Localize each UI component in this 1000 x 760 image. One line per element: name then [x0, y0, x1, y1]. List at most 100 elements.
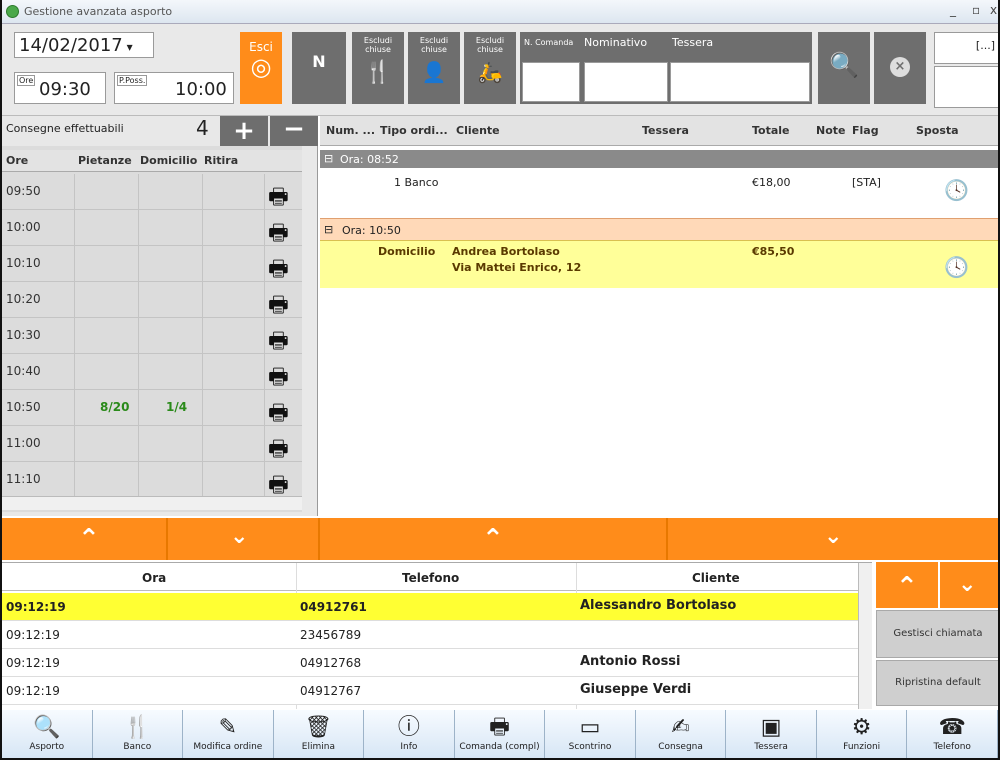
info-button[interactable]: ⓘ Info [364, 710, 455, 758]
consegne-row[interactable]: 10:00 🖶 [2, 210, 302, 246]
fork-knife-icon: 🍴 [123, 715, 151, 740]
escludi-banco-button[interactable]: Escludi chiuse 🍴 [352, 32, 404, 104]
tessera-label: Tessera [672, 36, 714, 49]
row-ore: 10:20 [6, 292, 41, 306]
calls-scrollbar[interactable] [858, 563, 872, 709]
expand-icon[interactable]: ⊟ [324, 223, 333, 236]
toolbar-label: Banco [123, 742, 152, 752]
call-ora: 09:12:19 [6, 628, 60, 642]
call-telefono: 04912767 [300, 684, 362, 698]
horizontal-scrollbar[interactable] [2, 496, 302, 510]
date-field[interactable]: 14/02/2017 ▾ [14, 32, 154, 58]
escludi-label: Escludi chiuse [475, 36, 505, 54]
consegne-row[interactable]: 10:50 8/20 1/4 🖶 [2, 390, 302, 426]
close-circle-icon: × [890, 57, 910, 77]
order-flag: [STA] [852, 176, 881, 189]
ore-field[interactable]: Ore 09:30 [14, 72, 106, 104]
esci-button[interactable]: Esci ◎ [240, 32, 282, 104]
call-row[interactable]: 09:12:19 23456789 [2, 621, 858, 649]
col-pietanze: Pietanze [78, 154, 132, 167]
trash-icon: 🗑 [304, 715, 333, 740]
target-icon: ◎ [250, 53, 272, 81]
col-telefono: Telefono [402, 571, 460, 585]
tessera-input[interactable] [670, 62, 810, 102]
tools-icon: ⚙ [851, 715, 872, 740]
asporto-button[interactable]: 🔍 Asporto [2, 710, 93, 758]
consegne-title: Consegne effettuabili [6, 122, 124, 135]
minimize-button[interactable]: _ [950, 3, 956, 17]
maximize-button[interactable]: ▫ [972, 3, 980, 17]
telefono-button[interactable]: ☎ Telefono [907, 710, 998, 758]
call-row[interactable]: 09:12:19 04912761 Alessandro Bortolaso [2, 593, 858, 621]
printer-icon: 🖶 [489, 715, 510, 740]
minus-icon: − [283, 114, 305, 144]
toolbar-label: Comanda (compl) [459, 742, 540, 752]
clear-button[interactable]: × [874, 32, 926, 104]
calls-up-button[interactable]: ⌃ [876, 562, 938, 608]
ripristina-default-button[interactable]: Ripristina default [876, 660, 998, 706]
consegna-button[interactable]: ✍ Consegna [635, 710, 727, 758]
search-bag-icon: 🔍 [33, 715, 61, 740]
call-row[interactable]: 09:12:19 04912767 Giuseppe Verdi [2, 677, 858, 705]
scontrino-button[interactable]: ▭ Scontrino [545, 710, 636, 758]
orders-up-button[interactable]: ⌃ [482, 526, 504, 552]
consegne-row[interactable]: 10:30 🖶 [2, 318, 302, 354]
group-row[interactable]: ⊟ Ora: 08:52 [320, 150, 998, 168]
pposs-value: 10:00 [175, 79, 227, 100]
clock-move-icon[interactable]: 🕓 [944, 255, 969, 279]
row-domicilio: 1/4 [166, 400, 188, 414]
call-ora: 09:12:19 [6, 656, 60, 670]
consegne-up-button[interactable]: ⌃ [78, 526, 100, 552]
banco-button[interactable]: 🍴 Banco [92, 710, 184, 758]
search-button[interactable]: 🔍 [818, 32, 870, 104]
add-button[interactable]: + [220, 116, 268, 146]
search-fields-panel: N. Comanda Nominativo Tessera [520, 32, 812, 104]
scooter-icon: 🛵 [477, 60, 503, 84]
group-label: Ora: 10:50 [342, 224, 401, 237]
call-row[interactable]: 09:12:19 04912768 Antonio Rossi [2, 649, 858, 677]
consegne-row[interactable]: 10:10 🖶 [2, 246, 302, 282]
escludi-domicilio-button[interactable]: Escludi chiuse 🛵 [464, 32, 516, 104]
gestisci-chiamata-button[interactable]: Gestisci chiamata [876, 610, 998, 658]
tessera-button[interactable]: ▣ Tessera [726, 710, 817, 758]
pposs-field[interactable]: P.Poss. 10:00 [114, 72, 234, 104]
remove-button[interactable]: − [270, 116, 318, 146]
expand-icon[interactable]: ⊟ [324, 152, 333, 165]
group-row[interactable]: ⊟ Ora: 10:50 [320, 218, 998, 240]
order-row[interactable]: Domicilio Andrea Bortolaso Via Mattei En… [320, 240, 998, 288]
close-button[interactable]: x [990, 3, 997, 17]
toolbar-label: Telefono [933, 742, 971, 752]
top-toolbar: 14/02/2017 ▾ Ore 09:30 P.Poss. 10:00 Esc… [2, 24, 998, 116]
app-window: Gestione avanzata asporto _ ▫ x 14/02/20… [0, 0, 1000, 760]
consegne-row[interactable]: 10:40 🖶 [2, 354, 302, 390]
call-ora: 09:12:19 [6, 684, 60, 698]
orders-down-button[interactable]: ⌄ [824, 524, 842, 550]
consegne-row[interactable]: 09:50 🖶 [2, 174, 302, 210]
consegne-row[interactable]: 11:10 🖶 [2, 462, 302, 498]
toolbar-label: Tessera [754, 742, 788, 752]
escludi-label: Escludi chiuse [419, 36, 449, 54]
consegne-panel: Consegne effettuabili 4 + − Ore Pietanze… [2, 116, 318, 516]
funzioni-button[interactable]: ⚙ Funzioni [816, 710, 908, 758]
extra-field[interactable] [934, 66, 998, 108]
consegne-row[interactable]: 11:00 🖶 [2, 426, 302, 462]
n-comanda-input[interactable] [522, 62, 580, 102]
elimina-button[interactable]: 🗑 Elimina [273, 710, 365, 758]
call-telefono: 04912761 [300, 600, 367, 614]
fork-knife-icon: 🍴 [364, 60, 392, 85]
escludi-asporto-button[interactable]: Escludi chiuse 👤 [408, 32, 460, 104]
n-button[interactable]: N [292, 32, 346, 104]
modifica-ordine-button[interactable]: ✎ Modifica ordine [183, 710, 274, 758]
order-cliente: Andrea Bortolaso [452, 245, 560, 258]
consegne-row[interactable]: 10:20 🖶 [2, 282, 302, 318]
calls-down-button[interactable]: ⌄ [940, 562, 998, 608]
ellipsis-field[interactable]: [...] [934, 32, 998, 64]
row-ore: 10:00 [6, 220, 41, 234]
consegne-down-button[interactable]: ⌄ [230, 524, 248, 550]
nominativo-input[interactable] [584, 62, 668, 102]
comanda-compl-button[interactable]: 🖶 Comanda (compl) [454, 710, 546, 758]
clock-move-icon[interactable]: 🕓 [944, 178, 969, 202]
cash-icon: ▭ [579, 715, 601, 740]
order-row[interactable]: 1 Banco €18,00 [STA] 🕓 [320, 168, 998, 214]
order-totale: €18,00 [752, 176, 791, 189]
